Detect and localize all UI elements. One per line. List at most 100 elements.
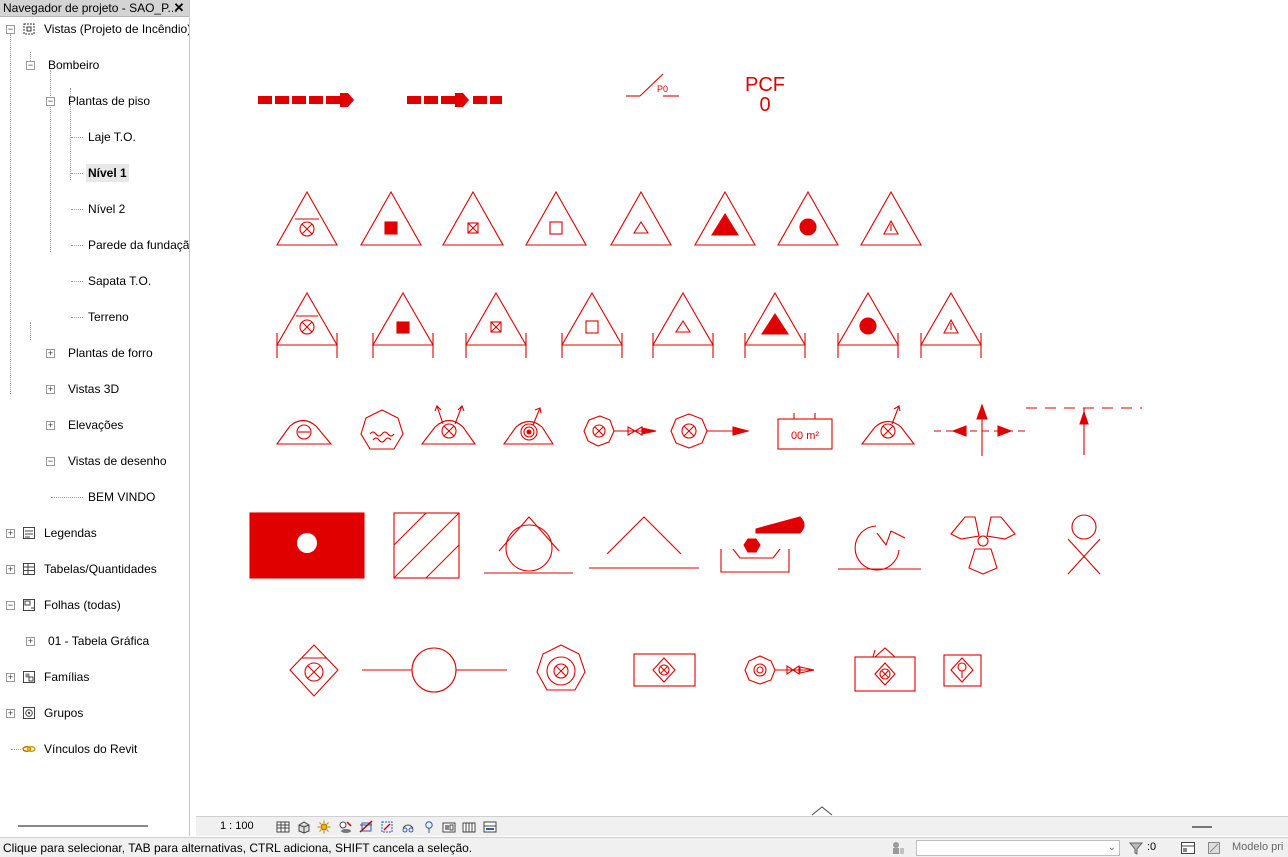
collapse-icon[interactable]: − — [6, 601, 15, 610]
boxed-diamond-detector-symbol[interactable] — [633, 653, 696, 687]
expand-icon[interactable]: + — [6, 673, 15, 682]
sprinkler-dome-symbol[interactable] — [275, 419, 333, 445]
worksets-icon[interactable] — [890, 840, 906, 856]
tree-node-laje-to[interactable]: Laje T.O. — [0, 128, 189, 146]
pcf-tag[interactable]: PCF 0 — [745, 74, 785, 116]
visual-style-icon[interactable] — [297, 820, 311, 834]
view-scale[interactable]: 1 : 100 — [220, 820, 254, 832]
filled-panel-symbol[interactable] — [249, 512, 365, 579]
expand-icon[interactable]: + — [6, 565, 15, 574]
browser-horizontal-scrollbar[interactable] — [18, 825, 148, 827]
tree-node-plantas-de-forro[interactable]: + Plantas de forro — [0, 344, 189, 362]
triangle-symbol-filled-square[interactable] — [360, 190, 422, 246]
triangle-symbol-xsquare[interactable] — [442, 190, 504, 246]
exit-direction-arrow-symbol[interactable] — [1026, 407, 1142, 455]
detail-level-icon[interactable] — [276, 820, 290, 834]
wall-triangle-small-triangle[interactable] — [652, 291, 714, 358]
show-crop-region-icon[interactable] — [380, 820, 394, 834]
tree-node-tabelas-quantidades[interactable]: + Tabelas/Quantidades — [0, 560, 189, 578]
wall-triangle-square[interactable] — [561, 291, 623, 358]
valve-arrow-symbol[interactable] — [670, 413, 751, 449]
close-icon[interactable]: ✕ — [172, 0, 186, 16]
unlocked-3d-view-icon[interactable] — [401, 820, 415, 834]
hanging-person-symbol[interactable] — [1067, 514, 1101, 575]
fire-hose-route-arrow[interactable] — [258, 93, 354, 107]
radiation-symbol[interactable] — [950, 516, 1016, 575]
collapse-icon[interactable]: − — [46, 457, 55, 466]
collapse-icon[interactable]: − — [26, 61, 35, 70]
tree-node-tabela-grafica[interactable]: + 01 - Tabela Gráfica — [0, 632, 189, 650]
triangle-symbol-warning[interactable] — [860, 190, 922, 246]
temporary-view-properties-icon[interactable] — [462, 820, 476, 834]
lightning-circle-symbol[interactable] — [838, 525, 921, 571]
temporary-hide-icon[interactable] — [422, 820, 436, 834]
expand-icon[interactable]: + — [46, 385, 55, 394]
detector-target-arrow-symbol[interactable] — [502, 407, 555, 445]
detector-with-arrows-symbol[interactable] — [420, 405, 477, 445]
wall-triangle-filled-square[interactable] — [372, 291, 434, 358]
pipe-circle-symbol[interactable] — [362, 647, 507, 693]
tree-node-bombeiro[interactable]: − Bombeiro — [0, 56, 189, 74]
horizontal-scroll-handle-icon[interactable] — [1192, 826, 1212, 829]
tree-node-sapata-to[interactable]: Sapata T.O. — [0, 272, 189, 290]
tree-node-vinculos-do-revit[interactable]: Vínculos do Revit — [0, 740, 189, 758]
circle-on-base-symbol[interactable] — [484, 516, 573, 574]
heptagon-detector-symbol[interactable] — [536, 644, 586, 691]
valve-line-small-symbol[interactable] — [744, 655, 815, 685]
tree-node-terreno[interactable]: Terreno — [0, 308, 189, 326]
tree-node-legendas[interactable]: + Legendas — [0, 524, 189, 542]
wall-triangle-filled-circle[interactable] — [837, 291, 899, 358]
tree-node-vistas[interactable]: − Vistas (Projeto de Incêndio) — [0, 20, 189, 38]
tree-node-grupos[interactable]: + Grupos — [0, 704, 189, 722]
shadows-icon[interactable] — [338, 820, 352, 834]
triangle-symbol-small-triangle[interactable] — [610, 190, 672, 246]
triangle-symbol-filled-circle[interactable] — [777, 190, 839, 246]
collapse-icon[interactable]: − — [6, 25, 15, 34]
expand-icon[interactable]: + — [46, 421, 55, 430]
heptagon-water-symbol[interactable] — [360, 409, 404, 450]
active-workset-dropdown[interactable]: ⌄ — [916, 840, 1120, 856]
flame-box-symbol[interactable] — [720, 516, 805, 573]
roof-line-symbol[interactable] — [589, 516, 699, 569]
triangle-symbol-xcircle[interactable] — [276, 190, 338, 246]
tree-node-vistas-3d[interactable]: + Vistas 3D — [0, 380, 189, 398]
valve-line-symbol[interactable] — [583, 415, 657, 447]
boxed-lamp-symbol[interactable] — [943, 654, 982, 687]
design-options-icon[interactable] — [1180, 840, 1196, 856]
tree-node-parede-da-fundacao[interactable]: Parede da fundação — [0, 236, 189, 254]
tree-node-familias[interactable]: + Famílias — [0, 668, 189, 686]
diamond-detector-symbol[interactable] — [289, 644, 339, 697]
tree-node-plantas-de-piso[interactable]: − Plantas de piso — [0, 92, 189, 110]
collapse-icon[interactable]: − — [46, 97, 55, 106]
wall-triangle-warning[interactable] — [920, 291, 982, 358]
expand-icon[interactable]: + — [26, 637, 35, 646]
hatched-square-symbol[interactable] — [393, 512, 460, 579]
tree-node-nivel-2[interactable]: Nível 2 — [0, 200, 189, 218]
editable-only-icon[interactable] — [1206, 840, 1222, 856]
reveal-hidden-elements-icon[interactable] — [442, 820, 456, 834]
expand-icon[interactable]: + — [6, 529, 15, 538]
drawing-canvas[interactable]: P0 PCF 0 00 m² — [196, 0, 1288, 816]
filter-icon[interactable] — [1128, 840, 1144, 856]
show-analytical-model-icon[interactable] — [483, 820, 497, 834]
wall-triangle-xcircle[interactable] — [276, 291, 338, 358]
boxed-detector-vent-symbol[interactable] — [854, 647, 916, 692]
expand-icon[interactable]: + — [46, 349, 55, 358]
fire-hose-route-arrow-mid[interactable] — [407, 93, 502, 107]
triangle-symbol-filled-triangle[interactable] — [694, 190, 756, 246]
escape-route-cross-symbol[interactable] — [934, 403, 1030, 456]
tree-node-elevacoes[interactable]: + Elevações — [0, 416, 189, 434]
tree-node-vistas-de-desenho[interactable]: − Vistas de desenho — [0, 452, 189, 470]
area-box-symbol[interactable]: 00 m² — [777, 413, 833, 450]
tree-node-bem-vindo[interactable]: BEM VINDO — [0, 488, 189, 506]
triangle-symbol-square[interactable] — [525, 190, 587, 246]
expand-icon[interactable]: + — [6, 709, 15, 718]
detector-arrow-right-symbol[interactable] — [860, 405, 916, 445]
wall-valve-p0-symbol[interactable]: P0 — [626, 73, 679, 97]
tree-node-nivel-1[interactable]: Nível 1 — [0, 164, 189, 182]
sun-path-icon[interactable] — [317, 820, 331, 834]
crop-view-icon[interactable] — [359, 820, 373, 834]
wall-triangle-filled-triangle[interactable] — [744, 291, 806, 358]
tree-node-folhas[interactable]: − Folhas (todas) — [0, 596, 189, 614]
wall-triangle-xsquare[interactable] — [465, 291, 527, 358]
